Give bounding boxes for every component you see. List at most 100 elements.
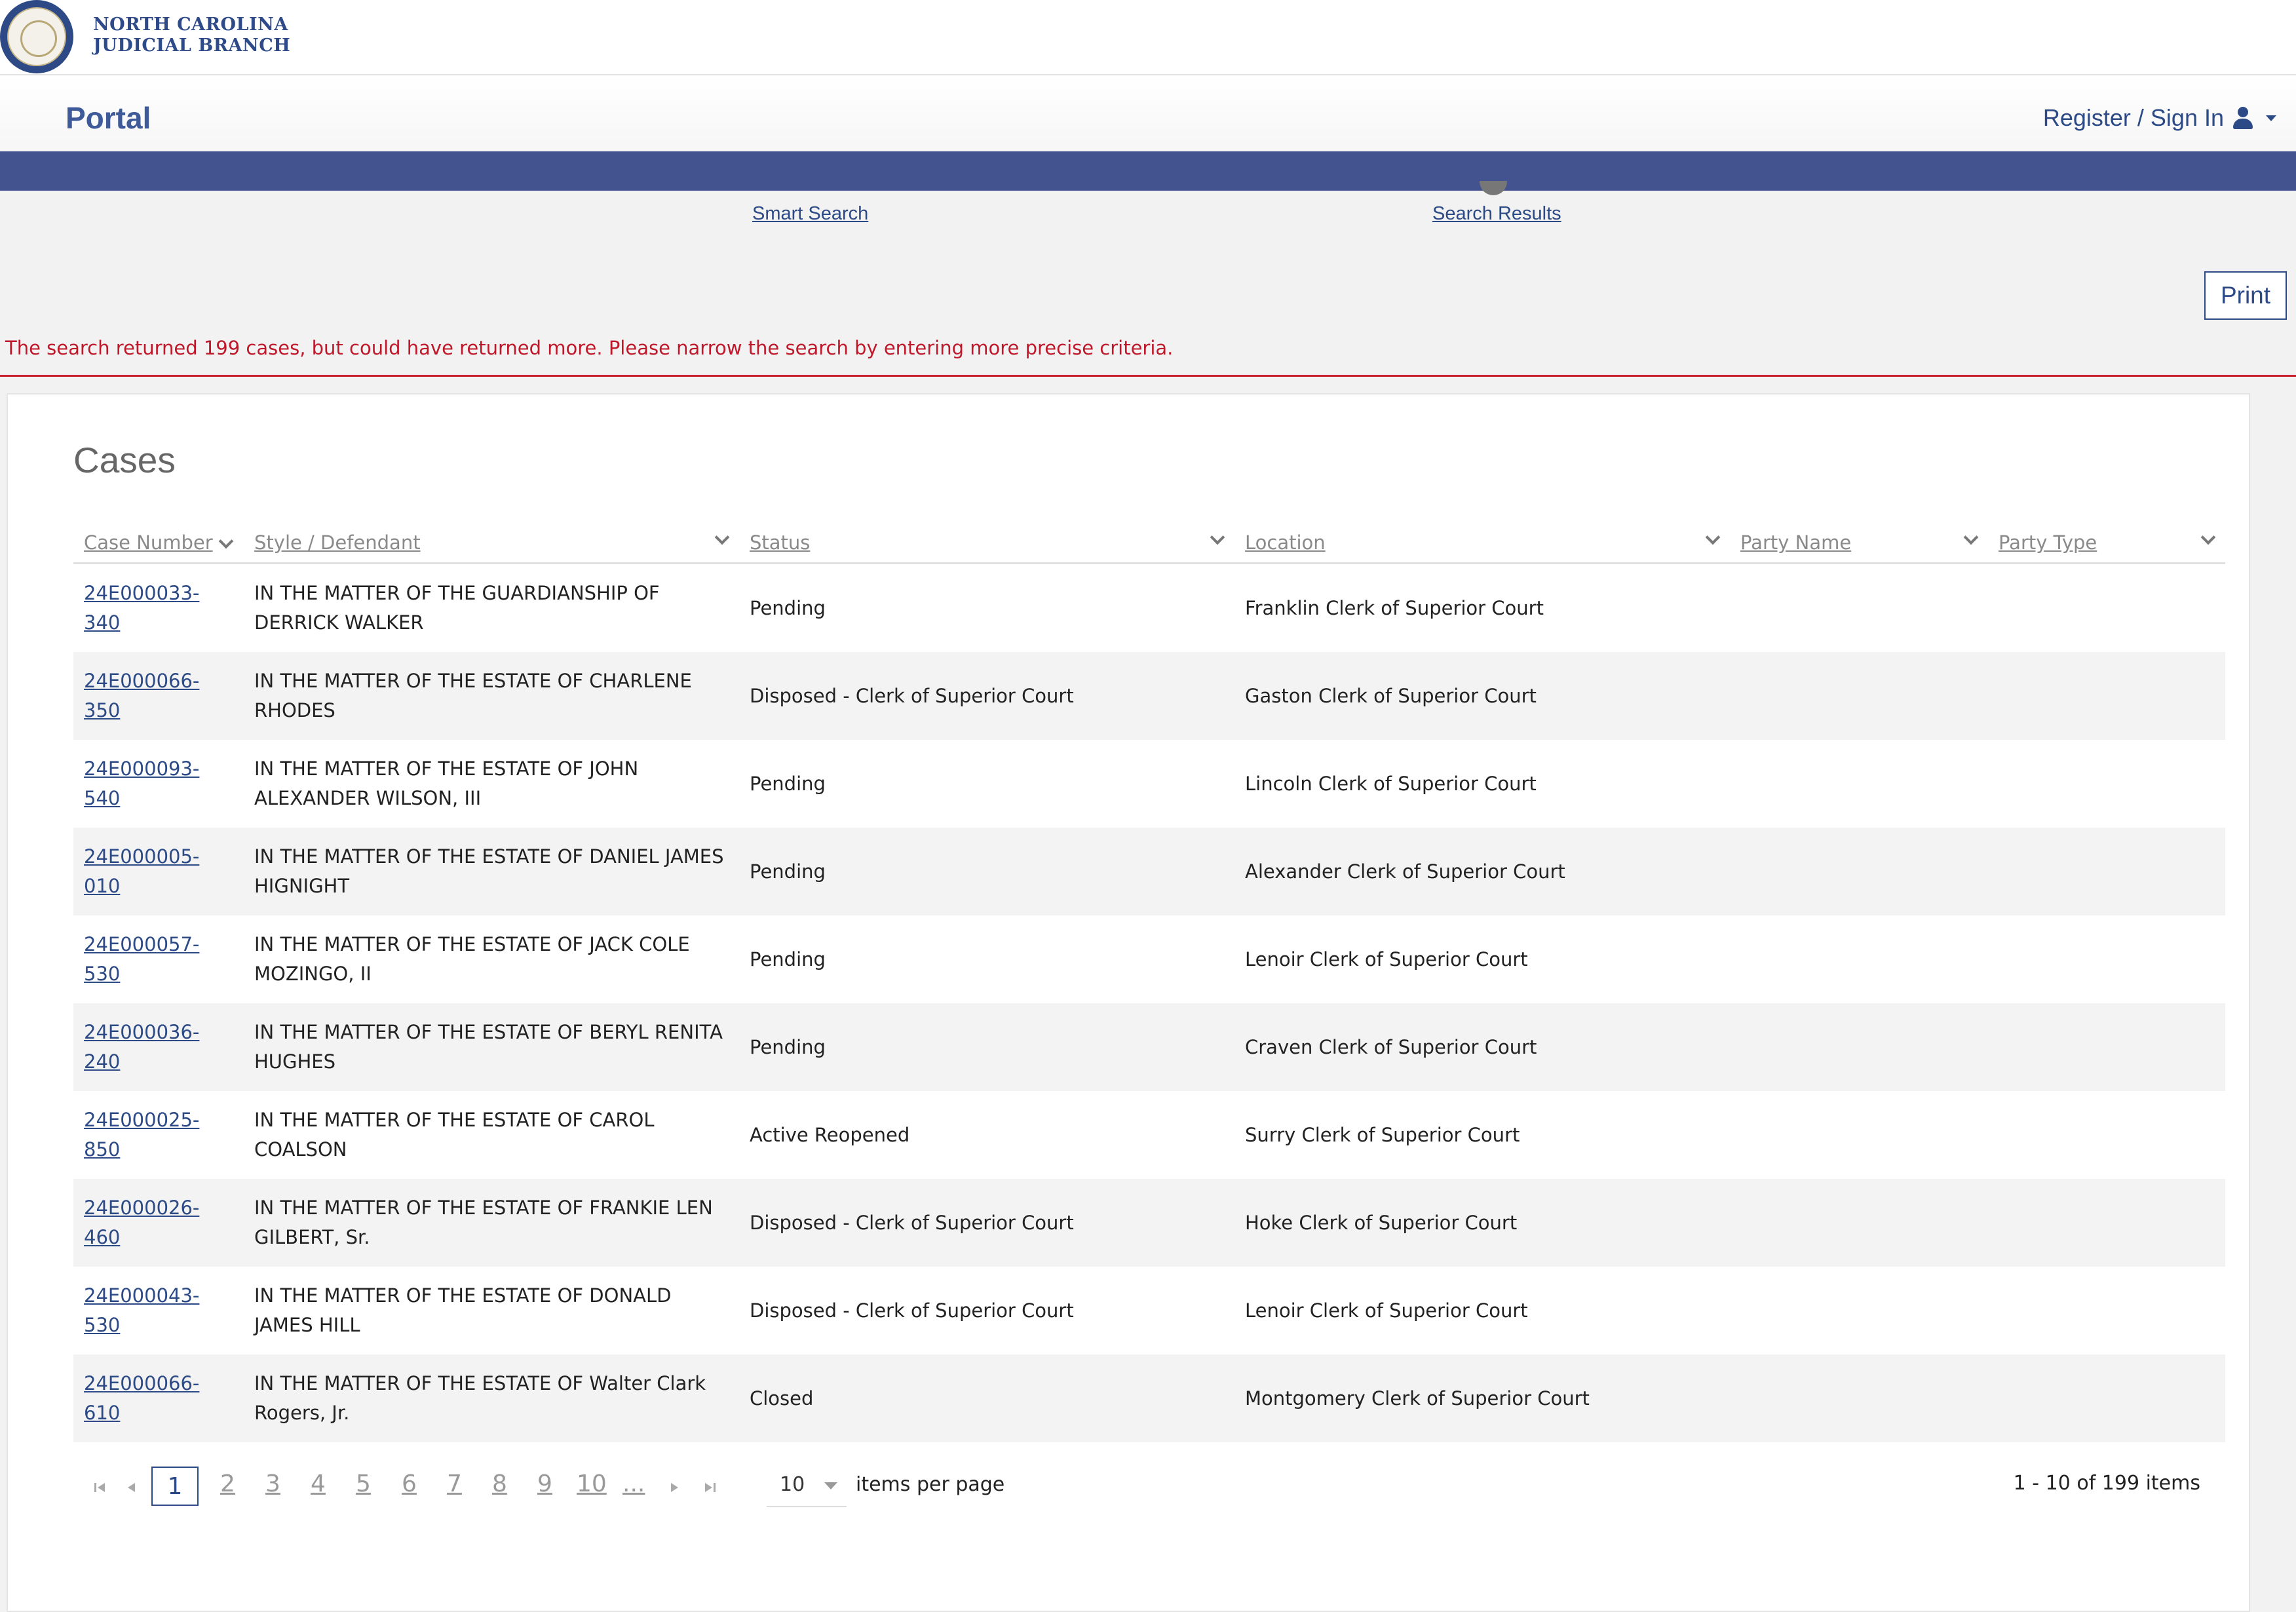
caret-down-icon (824, 1482, 837, 1489)
page-link[interactable]: 9 (537, 1470, 552, 1497)
style-defendant-cell: IN THE MATTER OF THE ESTATE OF Walter Cl… (244, 1354, 739, 1442)
print-button[interactable]: Print (2204, 271, 2287, 320)
case-number-link[interactable]: 24E000066-610 (84, 1372, 199, 1424)
location-cell: Craven Clerk of Superior Court (1234, 1003, 1730, 1091)
location-cell: Alexander Clerk of Superior Court (1234, 828, 1730, 915)
col-header-party-name[interactable]: Party Name (1730, 523, 1988, 564)
chevron-down-icon[interactable] (1210, 529, 1225, 545)
table-row: 24E000033-340 IN THE MATTER OF THE GUARD… (73, 564, 2225, 653)
status-cell: Pending (750, 948, 826, 970)
status-cell: Closed (739, 1354, 1234, 1442)
table-row: 24E000066-610 IN THE MATTER OF THE ESTAT… (73, 1354, 2225, 1442)
col-header-party-type[interactable]: Party Type (1988, 523, 2225, 564)
location-cell: Gaston Clerk of Superior Court (1234, 652, 1730, 740)
case-number-link[interactable]: 24E000036-240 (84, 1021, 199, 1073)
chevron-down-icon[interactable] (1705, 529, 1721, 545)
col-header-status[interactable]: Status (739, 523, 1234, 564)
table-row: 24E000036-240 IN THE MATTER OF THE ESTAT… (73, 1003, 2225, 1091)
case-number-link[interactable]: 24E000026-460 (84, 1197, 199, 1248)
party-type-cell (1988, 564, 2225, 653)
party-type-cell (1988, 1179, 2225, 1267)
current-step-indicator (1480, 181, 1507, 195)
portal-title[interactable]: Portal (66, 100, 151, 136)
chevron-down-icon[interactable] (2200, 529, 2216, 545)
table-row: 24E000066-350 IN THE MATTER OF THE ESTAT… (73, 652, 2225, 740)
party-type-cell (1988, 1003, 2225, 1091)
case-number-link[interactable]: 24E000025-850 (84, 1109, 199, 1161)
chevron-down-icon[interactable] (1963, 529, 1979, 545)
search-limit-alert: The search returned 199 cases, but could… (5, 337, 1174, 359)
table-row: 24E000057-530 IN THE MATTER OF THE ESTAT… (73, 915, 2225, 1003)
style-defendant-cell: IN THE MATTER OF THE GUARDIANSHIP OF DER… (254, 582, 660, 634)
style-defendant-cell: IN THE MATTER OF THE ESTATE OF JACK COLE… (254, 933, 690, 985)
col-header-location[interactable]: Location (1234, 523, 1730, 564)
case-number-link[interactable]: 24E000033-340 (84, 582, 199, 634)
party-name-cell (1730, 1003, 1988, 1091)
items-per-page-label: items per page (856, 1473, 1005, 1496)
col-header-case-number[interactable]: Case Number (73, 523, 244, 564)
page-link[interactable]: 8 (492, 1470, 507, 1497)
step-smart-search-link[interactable]: Smart Search (752, 203, 868, 225)
style-defendant-cell: IN THE MATTER OF THE ESTATE OF DONALD JA… (254, 1284, 672, 1336)
party-type-cell (1988, 1267, 2225, 1354)
status-cell: Disposed - Clerk of Superior Court (750, 1299, 1074, 1322)
table-row: 24E000093-540 IN THE MATTER OF THE ESTAT… (73, 740, 2225, 828)
party-type-cell (1988, 915, 2225, 1003)
style-defendant-cell: IN THE MATTER OF THE ESTATE OF BERYL REN… (244, 1003, 739, 1091)
register-signin-menu[interactable]: Register / Sign In (2043, 104, 2276, 132)
pagination: 1 2 3 4 5 6 7 8 9 10 ... 10 items per pa… (73, 1463, 2225, 1512)
page-link[interactable]: 2 (220, 1470, 235, 1497)
page-link[interactable]: 4 (311, 1470, 326, 1497)
party-type-cell (1988, 652, 2225, 740)
style-defendant-cell: IN THE MATTER OF THE ESTATE OF JOHN ALEX… (254, 758, 639, 809)
table-row: 24E000043-530 IN THE MATTER OF THE ESTAT… (73, 1267, 2225, 1354)
page-link[interactable]: 3 (265, 1470, 280, 1497)
case-number-link[interactable]: 24E000066-350 (84, 670, 199, 721)
brand-name[interactable]: NORTH CAROLINA JUDICIAL BRANCH (93, 14, 290, 56)
location-cell: Surry Clerk of Superior Court (1245, 1123, 1520, 1146)
page-link[interactable]: 5 (356, 1470, 371, 1497)
caret-down-icon (2266, 115, 2276, 121)
page-link[interactable]: 10 (577, 1470, 607, 1497)
party-type-cell (1988, 740, 2225, 828)
style-defendant-cell: IN THE MATTER OF THE ESTATE OF CAROL COA… (254, 1109, 655, 1161)
party-type-cell (1988, 1354, 2225, 1442)
style-defendant-cell: IN THE MATTER OF THE ESTATE OF DANIEL JA… (244, 828, 739, 915)
page-link[interactable]: 7 (447, 1470, 462, 1497)
chevron-down-icon[interactable] (218, 533, 234, 549)
case-number-link[interactable]: 24E000057-530 (84, 933, 199, 985)
state-seal-logo[interactable] (0, 0, 73, 73)
status-cell: Active Reopened (750, 1123, 910, 1146)
party-name-cell (1730, 564, 1988, 653)
current-page[interactable]: 1 (151, 1467, 199, 1506)
page-link[interactable]: 6 (402, 1470, 417, 1497)
portal-header: Portal Register / Sign In (0, 75, 2296, 151)
case-number-link[interactable]: 24E000005-010 (84, 845, 199, 897)
party-name-cell (1730, 1091, 1988, 1179)
table-row: 24E000005-010 IN THE MATTER OF THE ESTAT… (73, 828, 2225, 915)
first-page-icon[interactable] (93, 1481, 107, 1494)
party-name-cell (1730, 1179, 1988, 1267)
seal-core (20, 20, 57, 57)
prev-page-icon[interactable] (124, 1481, 139, 1494)
more-pages-link[interactable]: ... (622, 1470, 645, 1497)
col-header-style-defendant[interactable]: Style / Defendant (244, 523, 739, 564)
table-header-row: Case Number Style / Defendant Status Loc… (73, 523, 2225, 564)
status-cell: Pending (750, 772, 826, 795)
case-number-link[interactable]: 24E000043-530 (84, 1284, 199, 1336)
last-page-icon[interactable] (702, 1481, 717, 1494)
step-search-results-link[interactable]: Search Results (1432, 203, 1561, 225)
next-page-icon[interactable] (667, 1481, 681, 1494)
party-name-cell (1730, 915, 1988, 1003)
status-cell: Disposed - Clerk of Superior Court (739, 1179, 1234, 1267)
brand-line-1: NORTH CAROLINA (93, 14, 288, 35)
items-per-page-select[interactable]: 10 (767, 1463, 847, 1507)
alert-divider (0, 375, 2296, 377)
case-number-link[interactable]: 24E000093-540 (84, 758, 199, 809)
party-name-cell (1730, 828, 1988, 915)
chevron-down-icon[interactable] (714, 529, 730, 545)
party-type-cell (1988, 1091, 2225, 1179)
cases-panel: Cases Case Number Style / Defendant Stat… (7, 393, 2250, 1612)
party-name-cell (1730, 652, 1988, 740)
location-cell: Lenoir Clerk of Superior Court (1245, 948, 1528, 970)
